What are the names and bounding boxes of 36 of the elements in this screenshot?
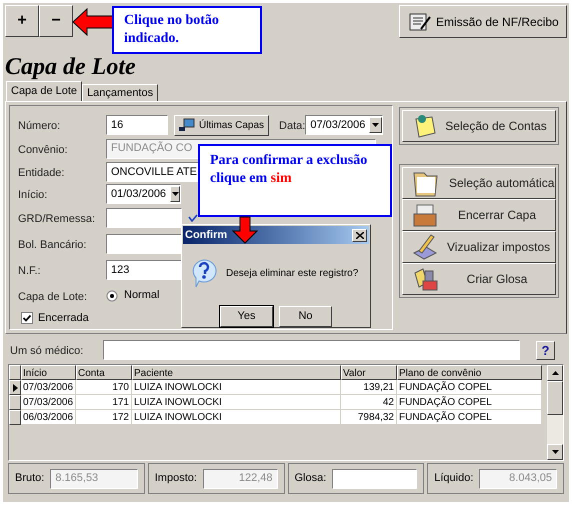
field-label: Convênio: <box>18 144 68 156</box>
page-title: Capa de Lote <box>5 54 136 80</box>
dialog-title: Confirm <box>185 228 228 243</box>
table-cell: 42 <box>341 395 397 410</box>
table-cell: FUNDAÇÃO COPEL <box>397 395 542 410</box>
table-cell: 171 <box>76 395 132 410</box>
radio-label: Normal <box>124 288 160 304</box>
table-cell: 07/03/2006 <box>21 380 76 395</box>
dialog-message: Deseja eliminar este registro? <box>226 266 358 280</box>
total-label: Imposto: <box>154 471 197 486</box>
field-label: GRD/Remessa: <box>18 213 96 225</box>
table-cell: FUNDAÇÃO COPEL <box>397 410 542 425</box>
checkbox-label: Encerrada <box>38 310 89 326</box>
table-cell: 07/03/2006 <box>21 395 76 410</box>
table-cell: 06/03/2006 <box>21 410 76 425</box>
table-cell: LUIZA INOWLOCKI <box>132 380 341 395</box>
table-cell: 172 <box>76 410 132 425</box>
total-label: Bruto: <box>15 471 44 486</box>
callout-tooltip: Clique no botão indicado. <box>112 6 262 54</box>
table-cell: LUIZA INOWLOCKI <box>132 395 341 410</box>
callout-tooltip: Para confirmar a exclusão clique em sim <box>198 144 392 217</box>
field-label: Bol. Bancário: <box>18 239 86 251</box>
field-label: Entidade: <box>18 167 64 179</box>
field-label: N.F.: <box>18 265 41 277</box>
total-label: Glosa: <box>294 471 326 486</box>
table-cell: 139,21 <box>341 380 397 395</box>
total-label: Líquido: <box>434 471 474 486</box>
table-cell: 7984,32 <box>341 410 397 425</box>
field-label: Início: <box>18 189 48 201</box>
field-label: Um só médico: <box>10 345 84 357</box>
table-cell: LUIZA INOWLOCKI <box>132 410 341 425</box>
field-label: Data: <box>279 120 306 132</box>
table-cell: 170 <box>76 380 132 395</box>
field-label: Capa de Lote: <box>18 290 88 302</box>
field-label: Número: <box>18 120 60 132</box>
table-cell: FUNDAÇÃO COPEL <box>397 380 542 395</box>
